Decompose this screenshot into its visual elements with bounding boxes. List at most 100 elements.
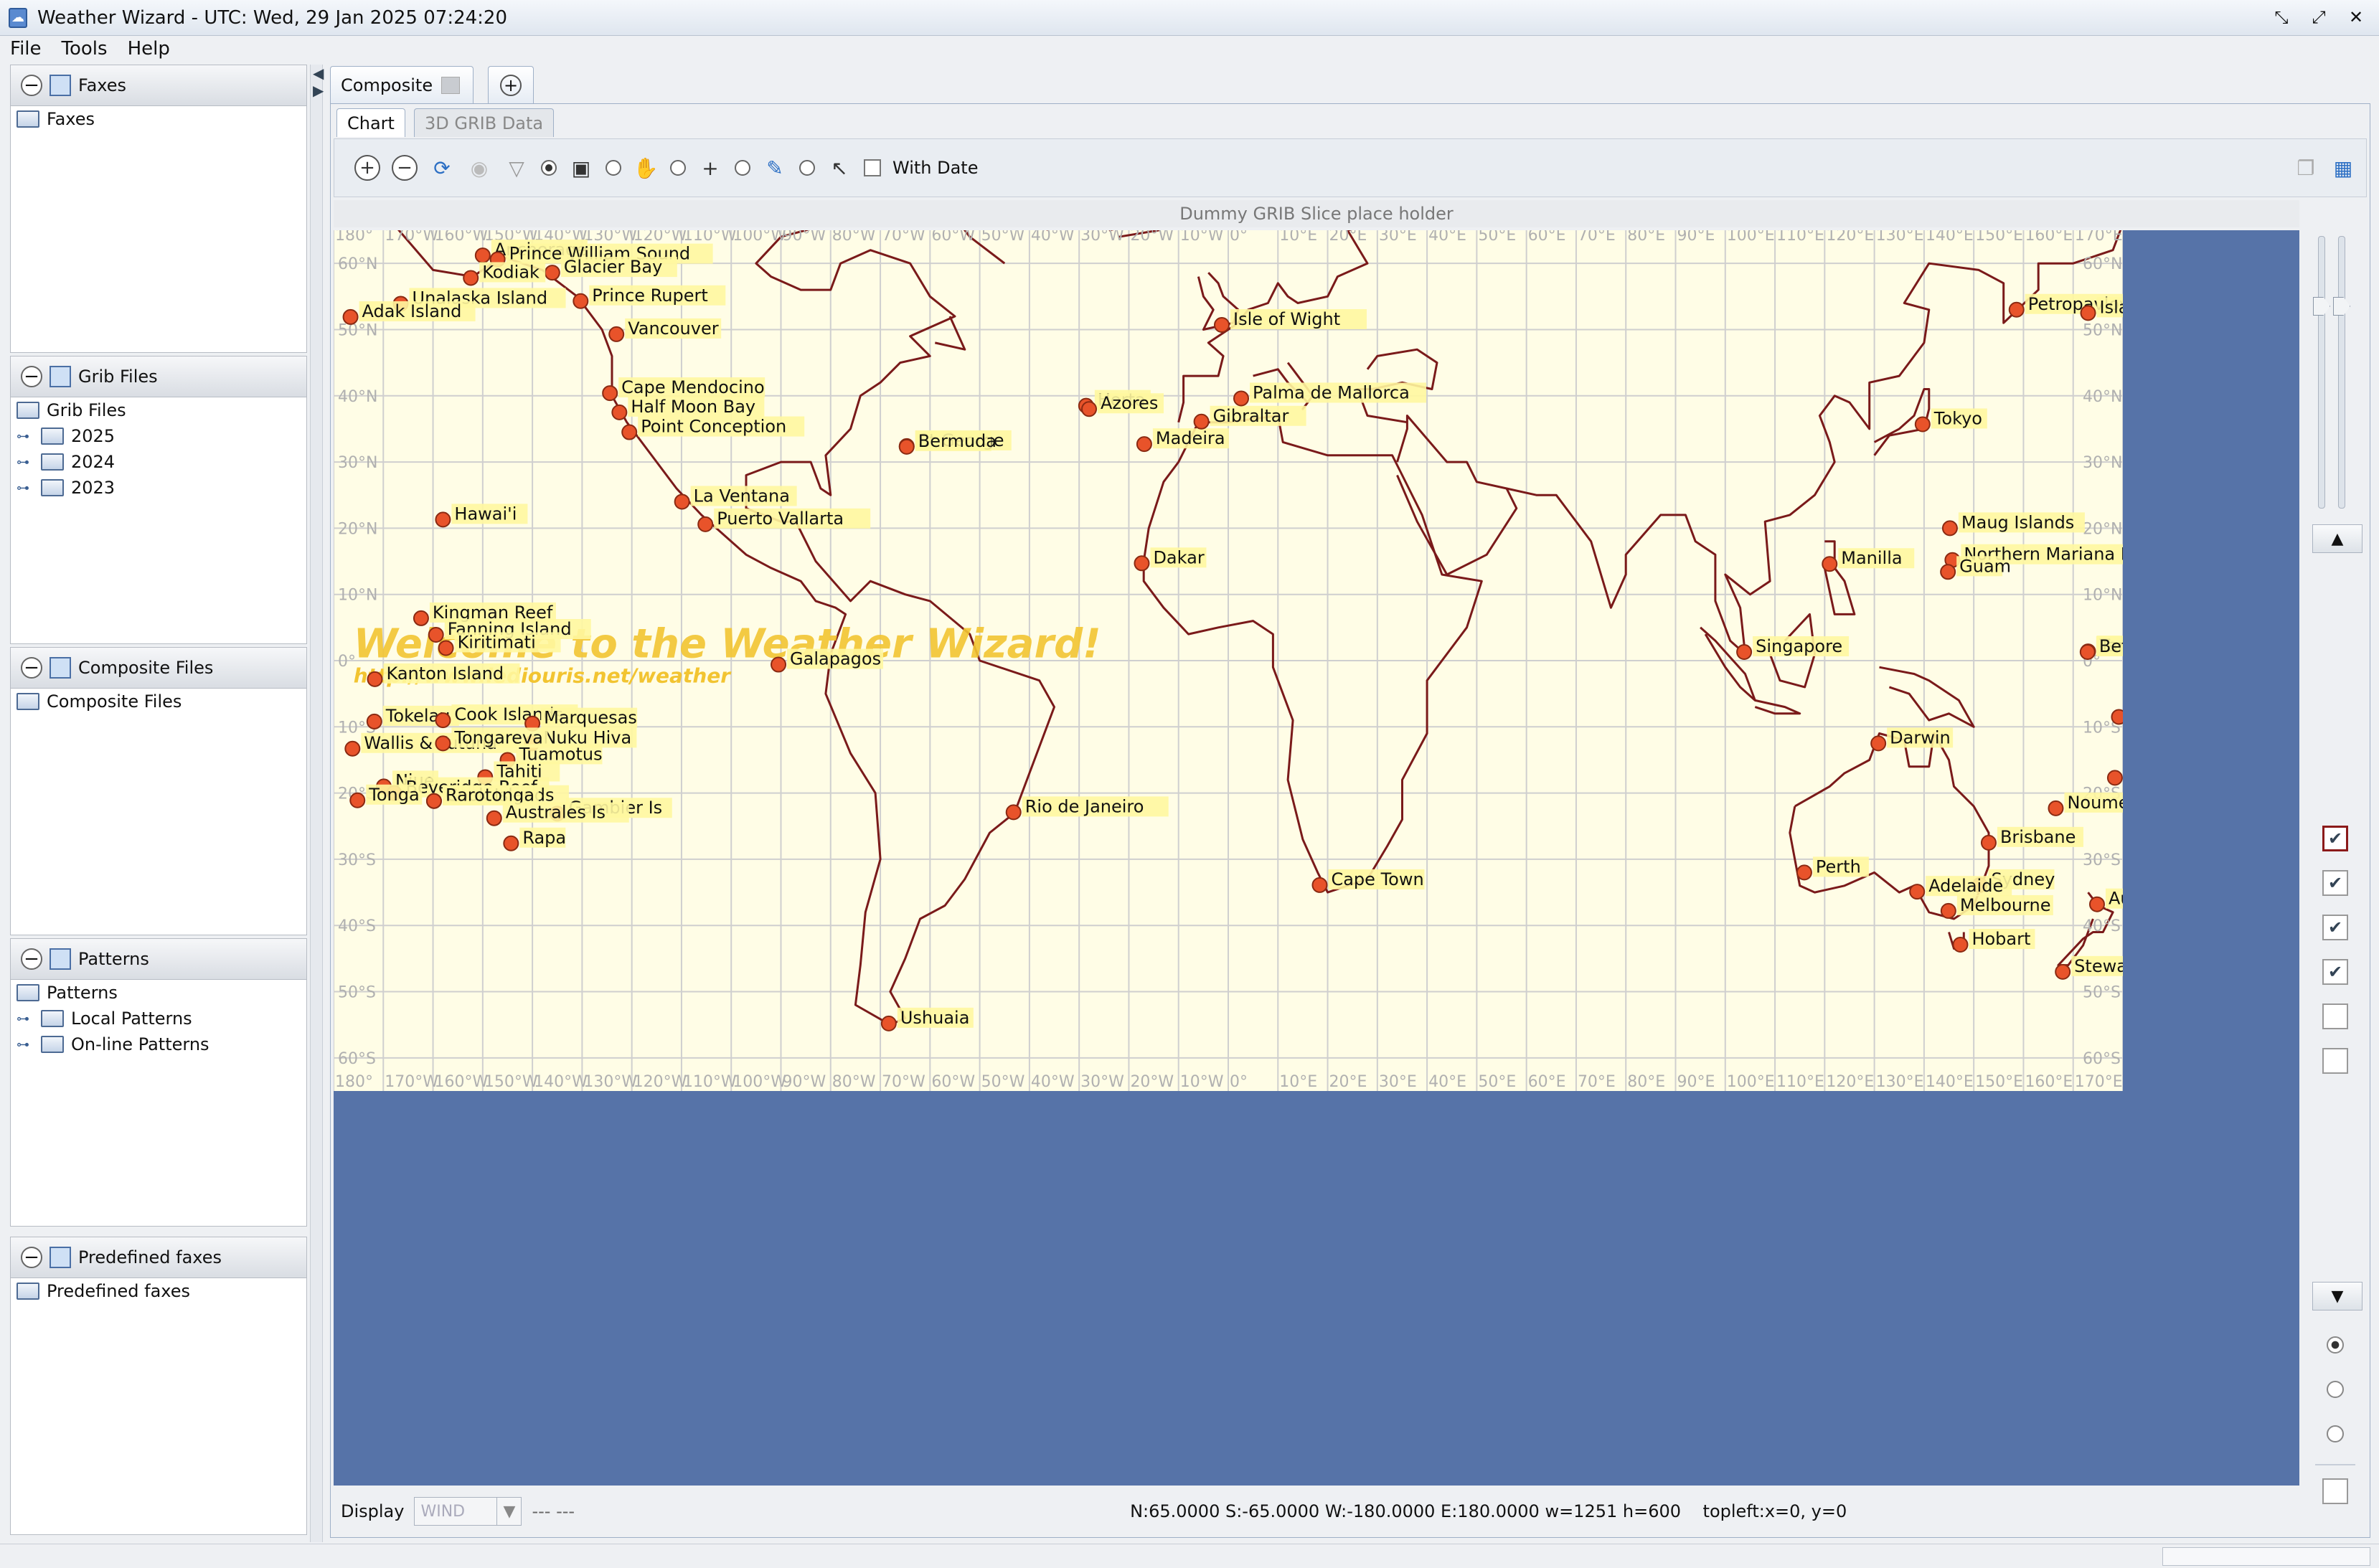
- place-marker[interactable]: [2008, 301, 2025, 318]
- place-marker[interactable]: [1914, 416, 1931, 433]
- pencil-icon[interactable]: ✎: [762, 155, 788, 181]
- place-marker[interactable]: [2048, 800, 2064, 816]
- tree-item[interactable]: ⊶ On-line Patterns: [11, 1031, 306, 1057]
- mode-radio-zoom[interactable]: [541, 160, 557, 176]
- place-marker[interactable]: [2080, 305, 2096, 321]
- menu-help[interactable]: Help: [128, 38, 170, 60]
- place-marker[interactable]: [2079, 644, 2096, 660]
- place-marker[interactable]: [573, 293, 589, 309]
- place-marker[interactable]: [2055, 963, 2071, 980]
- option-radio[interactable]: [2327, 1336, 2344, 1354]
- collapse-icon[interactable]: −: [21, 366, 42, 387]
- disabled-circle-icon[interactable]: ◉: [466, 155, 492, 181]
- tree-item[interactable]: ⊶ 2025: [11, 423, 306, 449]
- option-radio[interactable]: [2327, 1381, 2344, 1398]
- place-marker[interactable]: [1233, 390, 1250, 407]
- tree-item[interactable]: Predefined faxes: [11, 1278, 306, 1304]
- place-marker[interactable]: [602, 385, 618, 402]
- copy-icon[interactable]: ❐: [2293, 155, 2319, 181]
- zoom-in-icon[interactable]: +: [354, 155, 380, 181]
- tree-item[interactable]: ⊶ 2024: [11, 449, 306, 475]
- place-marker[interactable]: [2088, 896, 2105, 912]
- expand-key-icon[interactable]: ⊶: [17, 1037, 34, 1052]
- tree-item[interactable]: Faxes: [11, 106, 306, 132]
- place-marker[interactable]: [611, 404, 628, 420]
- collapse-icon[interactable]: −: [21, 657, 42, 679]
- place-marker[interactable]: [344, 740, 361, 757]
- mode-radio-pointer[interactable]: [799, 160, 815, 176]
- place-marker[interactable]: [435, 735, 451, 752]
- sidebar-splitter[interactable]: ◀ ▶: [310, 65, 324, 1542]
- expand-key-icon[interactable]: ⊶: [17, 455, 34, 470]
- mode-radio-pan[interactable]: [606, 160, 621, 176]
- place-marker[interactable]: [486, 810, 502, 826]
- expand-key-icon[interactable]: ⊶: [17, 1011, 34, 1026]
- collapse-icon[interactable]: −: [21, 75, 42, 96]
- scroll-down-button[interactable]: ▼: [2312, 1282, 2362, 1310]
- chart-canvas[interactable]: 60°N 60°N 50°N 50°N 40°N 40°N 30°N 30°N 20°N 20°N…: [334, 230, 2299, 1486]
- layer-checkbox[interactable]: [2322, 1048, 2348, 1074]
- vertical-slider-right[interactable]: [2333, 236, 2350, 509]
- place-marker[interactable]: [435, 712, 451, 729]
- place-marker[interactable]: [1980, 834, 1997, 851]
- place-marker[interactable]: [1213, 317, 1230, 333]
- place-marker[interactable]: [1909, 884, 1926, 900]
- panel-header[interactable]: − Grib Files: [10, 356, 307, 397]
- place-marker[interactable]: [425, 793, 442, 809]
- place-marker[interactable]: [1940, 564, 1956, 580]
- splitter-left-arrow-icon[interactable]: ◀: [313, 65, 324, 82]
- close-icon[interactable]: ✕: [2345, 6, 2368, 29]
- place-marker[interactable]: [503, 835, 519, 851]
- subtab-3d-grib[interactable]: 3D GRIB Data: [414, 108, 555, 137]
- mode-radio-draw[interactable]: [735, 160, 750, 176]
- place-marker[interactable]: [474, 247, 491, 264]
- place-marker[interactable]: [621, 424, 638, 440]
- place-marker[interactable]: [1870, 735, 1887, 752]
- splitter-right-arrow-icon[interactable]: ▶: [313, 82, 324, 99]
- tab-composite[interactable]: Composite: [330, 66, 474, 103]
- place-marker[interactable]: [428, 627, 444, 643]
- add-tab-button[interactable]: +: [488, 66, 534, 103]
- place-marker[interactable]: [1941, 520, 1958, 537]
- option-radio[interactable]: [2327, 1425, 2344, 1442]
- layer-checkbox[interactable]: ✔: [2322, 959, 2348, 985]
- filter-icon[interactable]: ▽: [504, 155, 529, 181]
- layer-checkbox[interactable]: ✔: [2322, 915, 2348, 940]
- panel-header[interactable]: − Composite Files: [10, 647, 307, 689]
- menu-file[interactable]: File: [10, 38, 42, 60]
- tree-item[interactable]: Patterns: [11, 980, 306, 1006]
- place-marker[interactable]: [697, 516, 714, 532]
- expand-key-icon[interactable]: ⊶: [17, 481, 34, 496]
- place-marker[interactable]: [438, 640, 454, 656]
- vertical-slider-left[interactable]: [2313, 236, 2330, 509]
- place-marker[interactable]: [2111, 709, 2123, 725]
- menu-tools[interactable]: Tools: [62, 38, 108, 60]
- hand-icon[interactable]: ✋: [633, 155, 659, 181]
- place-marker[interactable]: [1193, 413, 1210, 430]
- panel-header[interactable]: − Predefined faxes: [10, 1237, 307, 1278]
- place-marker[interactable]: [608, 326, 625, 342]
- minimize-icon[interactable]: ⤡: [2270, 6, 2293, 29]
- layer-checkbox[interactable]: ✔: [2322, 870, 2348, 896]
- tree-item[interactable]: ⊶ Local Patterns: [11, 1006, 306, 1031]
- maximize-icon[interactable]: ⤢: [2307, 6, 2330, 29]
- zoom-box-icon[interactable]: ▣: [568, 155, 594, 181]
- with-date-checkbox[interactable]: [864, 159, 881, 176]
- scroll-up-button[interactable]: ▲: [2312, 524, 2362, 553]
- place-marker[interactable]: [2106, 770, 2123, 786]
- tree-item[interactable]: Composite Files: [11, 689, 306, 714]
- subtab-chart[interactable]: Chart: [336, 108, 405, 137]
- pointer-icon[interactable]: ↖: [826, 155, 852, 181]
- place-marker[interactable]: [1081, 401, 1098, 417]
- collapse-icon[interactable]: −: [21, 1247, 42, 1268]
- place-marker[interactable]: [342, 308, 359, 325]
- place-marker[interactable]: [1952, 937, 1969, 953]
- place-marker[interactable]: [367, 671, 383, 687]
- collapse-icon[interactable]: −: [21, 948, 42, 970]
- place-marker[interactable]: [771, 656, 787, 673]
- tree-item[interactable]: ⊶ 2023: [11, 475, 306, 501]
- place-marker[interactable]: [435, 511, 451, 528]
- place-marker[interactable]: [898, 438, 915, 455]
- mode-radio-cross[interactable]: [670, 160, 686, 176]
- world-map[interactable]: 60°N 60°N 50°N 50°N 40°N 40°N 30°N 30°N 20°N 20°N…: [334, 230, 2123, 1091]
